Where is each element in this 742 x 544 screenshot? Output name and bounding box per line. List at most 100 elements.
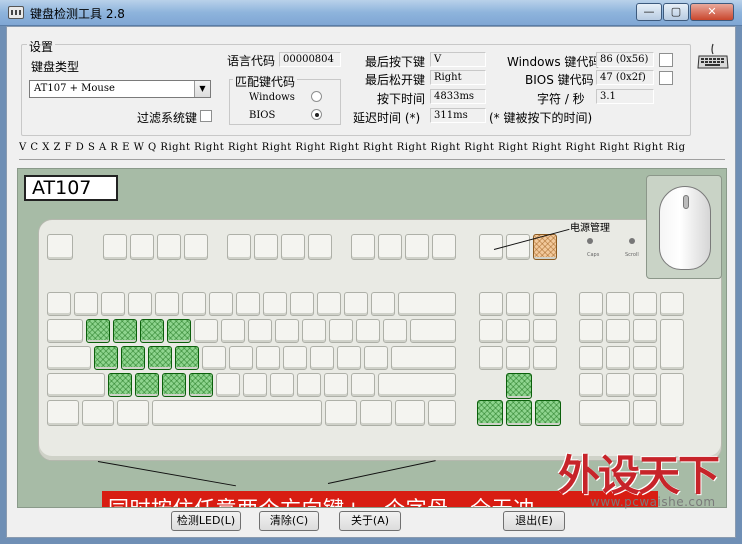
key-num-3 — [633, 373, 657, 397]
key-f12 — [432, 234, 456, 260]
key-w — [113, 319, 137, 343]
press-time-field: 4833ms — [430, 89, 486, 104]
key-scrolllock — [506, 346, 530, 370]
key-f3 — [157, 234, 181, 260]
title-bar: 键盘检测工具 2.8 — ▢ ✕ — [0, 0, 742, 26]
bios-option-label: BIOS — [249, 110, 276, 121]
press-time-label: 按下时间 — [377, 92, 426, 106]
key-numlock — [579, 292, 603, 316]
key-k — [283, 346, 307, 370]
key-lalt — [117, 400, 149, 426]
key-enter — [391, 346, 456, 370]
close-button[interactable]: ✕ — [690, 3, 734, 21]
key-arrow-down — [506, 400, 532, 426]
maximize-button[interactable]: ▢ — [663, 3, 689, 21]
match-keycode-label: 匹配键代码 — [233, 73, 298, 90]
key-num-9 — [633, 319, 657, 343]
delay-time-label: 延迟时间 (*) — [353, 111, 421, 125]
key-capslock — [47, 346, 91, 370]
key-home — [506, 292, 530, 316]
key-delete — [479, 319, 503, 343]
bios-keycode-indicator — [659, 71, 673, 85]
about-button[interactable]: 关于(A) — [339, 511, 401, 531]
key-pagedown — [533, 319, 557, 343]
key-num-5 — [606, 346, 630, 370]
key-h — [229, 346, 253, 370]
keyboard-type-select[interactable]: AT107 + Mouse ▼ — [29, 80, 211, 98]
language-code-label: 语言代码 — [227, 54, 276, 68]
key-f5 — [227, 234, 251, 260]
language-code-field: 00000804 — [279, 52, 341, 67]
key-e — [140, 319, 164, 343]
key-t — [194, 319, 218, 343]
key-num-1 — [579, 373, 603, 397]
key-num-divide — [606, 292, 630, 316]
watermark-url: www.pcwaishe.com — [590, 495, 716, 509]
key-f4 — [184, 234, 208, 260]
windows-keycode-indicator — [659, 53, 673, 67]
key-o — [302, 319, 326, 343]
exit-button[interactable]: 退出(E) — [503, 511, 565, 531]
bios-radio[interactable] — [311, 109, 322, 120]
key-i — [275, 319, 299, 343]
power-management-label: 电源管理 — [570, 223, 610, 234]
key-n — [243, 373, 267, 397]
key-j — [256, 346, 280, 370]
key-num-decimal — [633, 400, 657, 426]
chars-per-sec-label: 字符 / 秒 — [537, 92, 585, 106]
key-0 — [317, 292, 341, 316]
key-prtsc — [479, 346, 503, 370]
key-tab — [47, 319, 83, 343]
detect-led-button[interactable]: 检测LED(L) — [171, 511, 241, 531]
windows-keycode-label: Windows 键代码 — [507, 55, 601, 69]
mouse-panel — [646, 175, 722, 279]
key-lbracket — [356, 319, 380, 343]
key-num-2 — [606, 373, 630, 397]
key-lwin — [82, 400, 114, 426]
key-f1 — [103, 234, 127, 260]
key-f — [175, 346, 199, 370]
key-arrow-left — [477, 400, 503, 426]
key-sleep — [506, 234, 530, 260]
keyboard-model-label: AT107 — [24, 175, 118, 201]
windows-radio[interactable] — [311, 91, 322, 102]
key-num-multiply — [633, 292, 657, 316]
keyboard-icon — [697, 43, 729, 69]
key-f11 — [405, 234, 429, 260]
mouse-wheel — [683, 195, 689, 209]
clear-button[interactable]: 清除(C) — [259, 511, 319, 531]
filter-system-keys-checkbox[interactable] — [200, 110, 212, 122]
led-label-scroll: Scroll — [625, 252, 639, 258]
keyboard-app-icon — [8, 6, 24, 19]
key-f8 — [308, 234, 332, 260]
led-indicator — [587, 238, 593, 244]
key-backspace — [398, 292, 456, 316]
minimize-button[interactable]: — — [636, 3, 662, 21]
bios-keycode-label: BIOS 键代码 — [525, 73, 594, 87]
key-r — [167, 319, 191, 343]
last-pressed-label: 最后按下键 — [365, 55, 426, 69]
key-s — [121, 346, 145, 370]
key-lshift — [47, 373, 105, 397]
key-a — [94, 346, 118, 370]
key-pageup — [533, 292, 557, 316]
key-8 — [263, 292, 287, 316]
led-label-caps: Caps — [587, 252, 600, 258]
key-sequence-log: V C X Z F D S A R E W Q Right Right Righ… — [19, 142, 686, 153]
chevron-down-icon[interactable]: ▼ — [194, 81, 210, 97]
key-equals — [371, 292, 395, 316]
key-1 — [74, 292, 98, 316]
key-semicolon — [337, 346, 361, 370]
key-m — [270, 373, 294, 397]
last-released-field: Right — [430, 70, 486, 85]
filter-system-keys-label: 过滤系统键 — [137, 111, 198, 125]
mouse-icon — [659, 186, 711, 270]
key-num-7 — [579, 319, 603, 343]
key-menu — [395, 400, 425, 426]
key-q — [86, 319, 110, 343]
last-released-label: 最后松开键 — [365, 73, 426, 87]
key-backslash — [410, 319, 456, 343]
key-space — [152, 400, 322, 426]
key-insert — [479, 292, 503, 316]
key-num-6 — [633, 346, 657, 370]
